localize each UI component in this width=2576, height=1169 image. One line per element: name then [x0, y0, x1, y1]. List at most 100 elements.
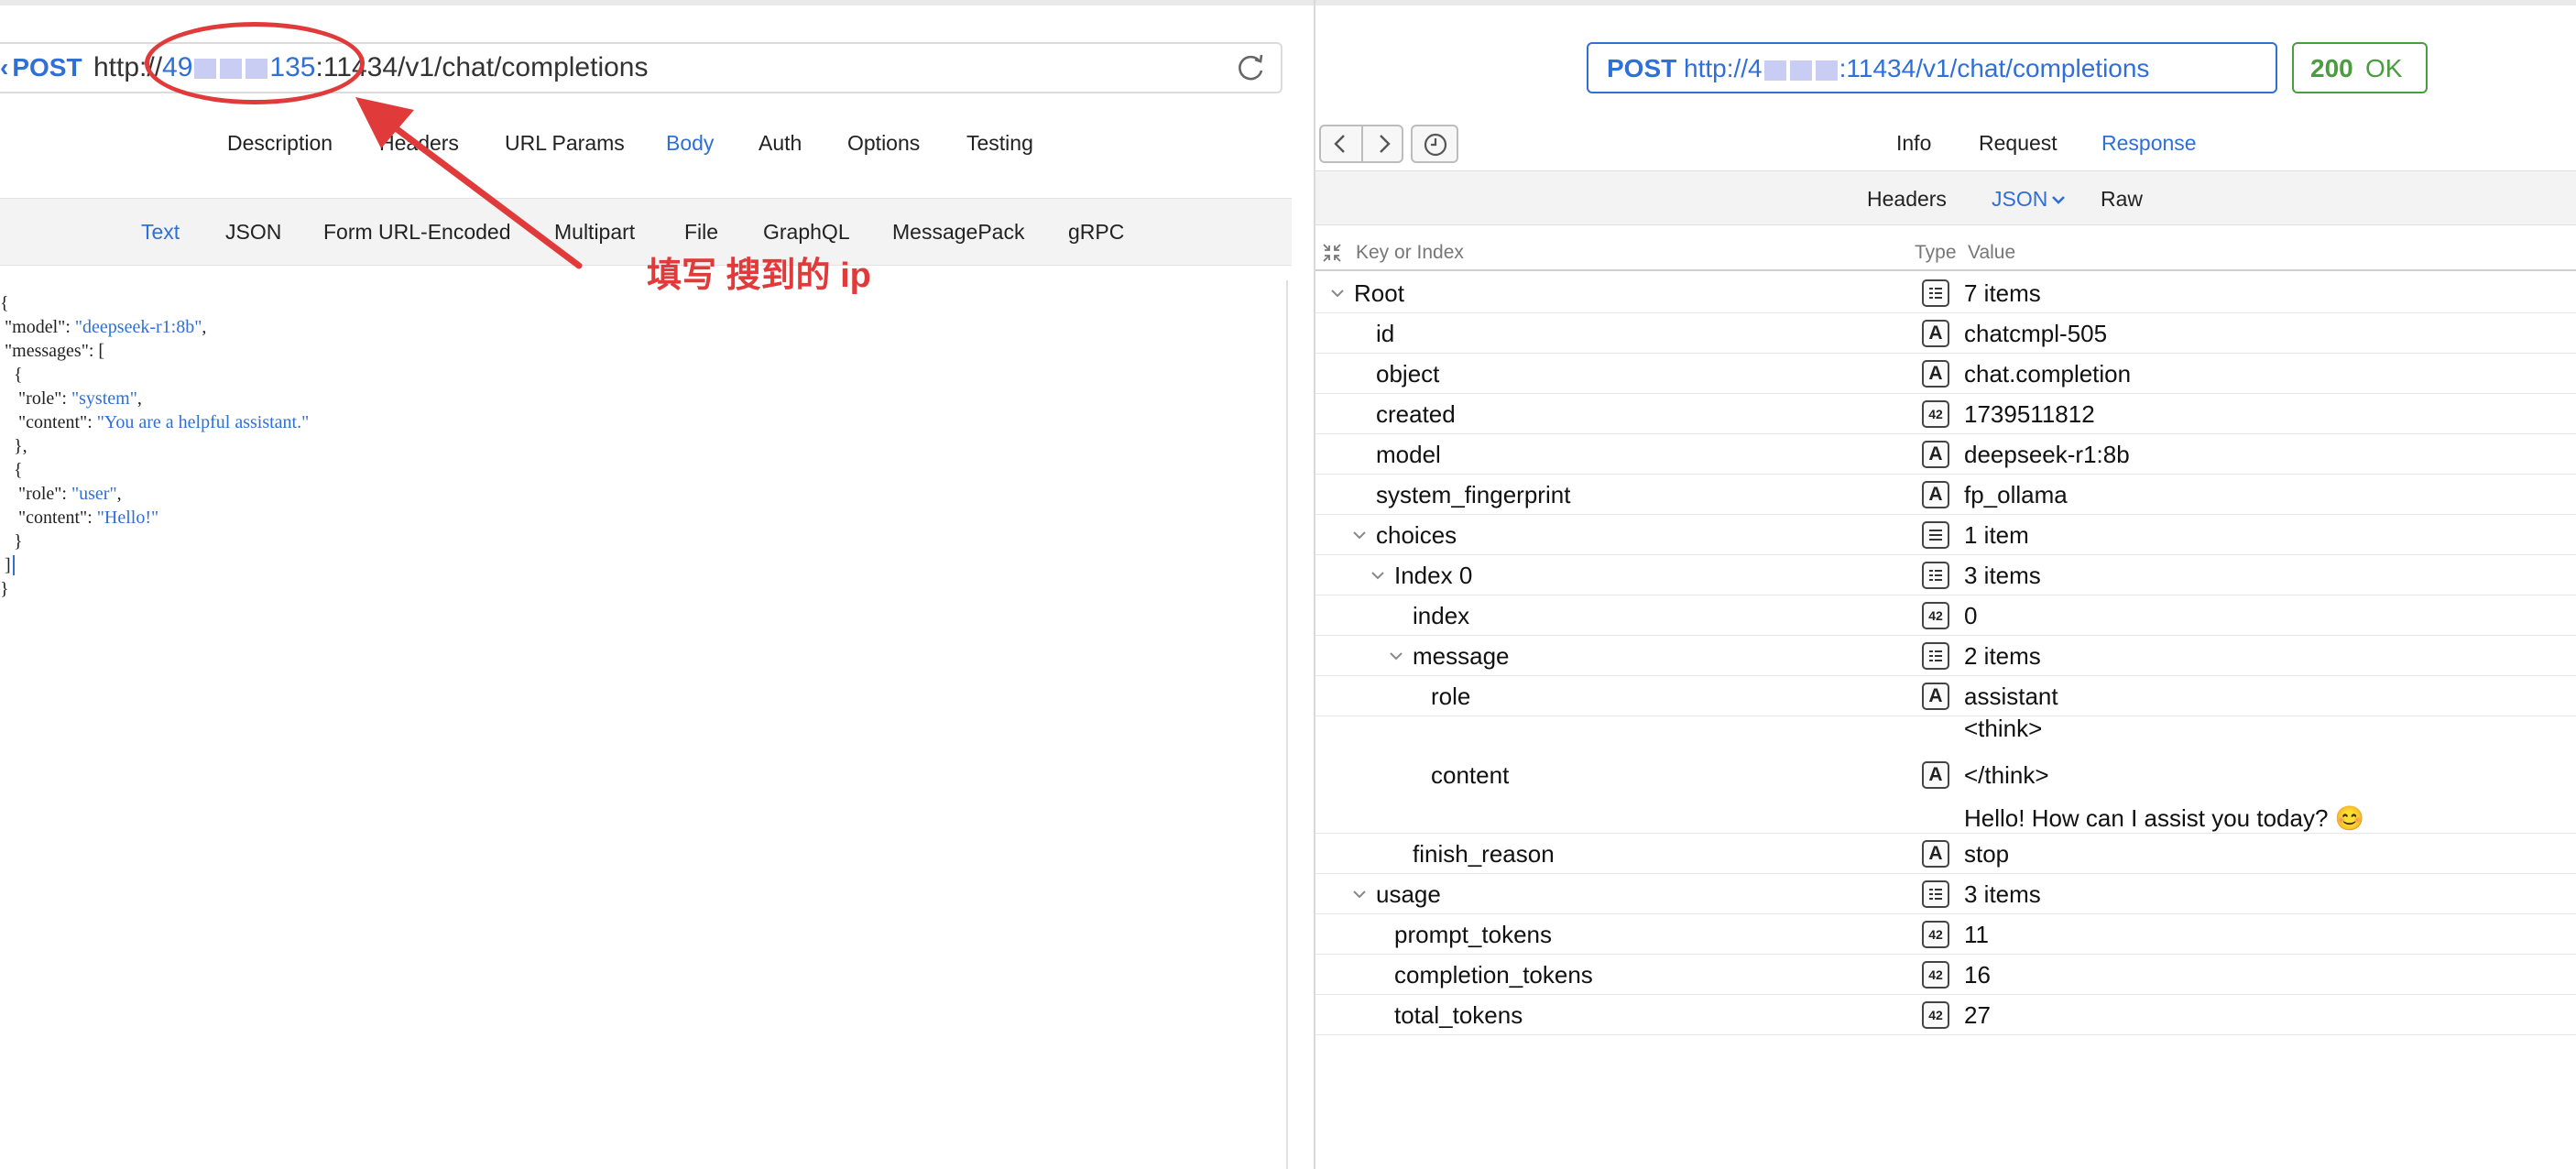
collapse-all-icon[interactable] [1321, 242, 1343, 264]
chevron-down-icon[interactable] [1350, 526, 1369, 544]
dictionary-icon [1929, 570, 1942, 581]
code-key: "content": [0, 508, 97, 528]
history-button[interactable] [1411, 125, 1458, 163]
tree-row[interactable]: choices 1 item [1315, 515, 2576, 555]
code-line: { [0, 458, 23, 482]
tree-row[interactable]: created 42 1739511812 [1315, 394, 2576, 434]
tree-row[interactable]: completion_tokens 42 16 [1315, 955, 2576, 995]
string-type-icon: A [1922, 481, 1949, 508]
code-key: }, [0, 436, 27, 456]
tree-key: Root [1354, 279, 1404, 307]
body-type-file[interactable]: File [684, 217, 718, 246]
code-key: } [0, 531, 23, 552]
tree-row[interactable]: content A <think> </think> Hello! How can I … [1315, 715, 2576, 834]
code-line: "model": "deepseek-r1:8b", [0, 315, 206, 339]
tree-key: usage [1376, 880, 1441, 908]
request-tabs: Description Headers URL Params Body Auth… [0, 119, 1314, 167]
annotation-label: 填写 搜到的 ip [647, 257, 871, 295]
chevron-left-icon[interactable] [1329, 132, 1353, 156]
tree-key: created [1376, 400, 1456, 428]
tab-testing[interactable]: Testing [966, 128, 1033, 158]
header-key: Key or Index [1356, 242, 1464, 263]
tree-row[interactable]: total_tokens 42 27 [1315, 995, 2576, 1035]
number-type-icon: 42 [1922, 961, 1949, 989]
code-line: { [0, 363, 23, 387]
dict-type-badge [1922, 279, 1949, 307]
code-string: "user" [71, 484, 117, 504]
tree-row[interactable]: prompt_tokens 42 11 [1315, 914, 2576, 955]
top-divider [1315, 0, 2576, 5]
tab-body[interactable]: Body [666, 128, 714, 158]
request-pane: ‹ POST http://49 135:11434/v1/chat/complet… [0, 0, 1314, 1169]
request-body-editor[interactable]: { "model": "deepseek-r1:8b", "messages":… [0, 280, 1286, 1169]
tree-key: message [1413, 642, 1510, 670]
body-type-graphql[interactable]: GraphQL [763, 217, 850, 246]
tab-options[interactable]: Options [847, 128, 920, 158]
chevron-down-icon [2052, 196, 2066, 204]
string-type-icon: A [1922, 441, 1949, 468]
chevron-down-icon[interactable] [1350, 885, 1369, 903]
number-type-icon: 42 [1922, 602, 1949, 629]
tree-row[interactable]: finish_reason Astop [1315, 834, 2576, 874]
tree-row[interactable]: id Achatcmpl-505 [1315, 313, 2576, 354]
tree-key: model [1376, 441, 1441, 468]
code-line: "role": "system", [0, 387, 142, 410]
code-string: "system" [71, 388, 137, 409]
body-type-text[interactable]: Text [141, 217, 180, 246]
code-string: "You are a helpful assistant." [96, 412, 310, 432]
tab-response[interactable]: Response [2101, 128, 2197, 158]
number-type-icon: 42 [1922, 921, 1949, 948]
response-pane: POST http://4:11434/v1/chat/completions … [1315, 0, 2576, 1169]
tree-row[interactable]: Index 0 3 items [1315, 555, 2576, 595]
editor-divider [1286, 280, 1288, 1169]
code-string: "Hello!" [96, 508, 159, 528]
tree-row[interactable]: system_fingerprint Afp_ollama [1315, 475, 2576, 515]
view-tab-json[interactable]: JSON [1992, 184, 2066, 213]
tree-value-line: Hello! How can I assist you today? 😊 [1964, 804, 2365, 832]
chevron-right-icon[interactable] [1371, 132, 1395, 156]
tree-row[interactable]: model Adeepseek-r1:8b [1315, 434, 2576, 475]
string-type-icon: A [1922, 761, 1949, 789]
code-key: "role": [0, 388, 71, 409]
code-punct: , [202, 317, 207, 337]
view-tab-raw[interactable]: Raw [2101, 184, 2143, 213]
chevron-down-icon[interactable] [1387, 647, 1405, 665]
tab-auth[interactable]: Auth [759, 128, 802, 158]
text-cursor [13, 555, 15, 575]
tree-key: choices [1376, 521, 1457, 549]
tree-key: completion_tokens [1394, 961, 1593, 989]
dictionary-icon [1929, 288, 1942, 299]
tree-row[interactable]: usage 3 items [1315, 874, 2576, 914]
chevron-down-icon[interactable] [1328, 284, 1347, 302]
tree-value: 0 [1964, 602, 1978, 629]
tree-row[interactable]: role Aassistant [1315, 676, 2576, 716]
tree-row[interactable]: message 2 items [1315, 636, 2576, 676]
redacted-block [1815, 60, 1838, 81]
tree-value: 27 [1964, 1001, 1991, 1029]
tree-value: 3 items [1964, 562, 2041, 589]
tree-header: Key or Index Type Value [1315, 240, 2576, 268]
tree-key: index [1413, 602, 1470, 629]
tree-row[interactable]: object Achat.completion [1315, 354, 2576, 394]
clock-icon [1424, 133, 1447, 157]
view-tab-headers[interactable]: Headers [1867, 184, 1947, 213]
top-divider [0, 0, 1314, 5]
tree-row[interactable]: Root 7 items [1315, 273, 2576, 313]
code-line: "content": "Hello!" [0, 506, 158, 530]
body-type-messagepack[interactable]: MessagePack [892, 217, 1024, 246]
tab-info[interactable]: Info [1896, 128, 1931, 158]
tree-row[interactable]: index 42 0 [1315, 595, 2576, 636]
body-type-grpc[interactable]: gRPC [1068, 217, 1124, 246]
code-key: { [0, 293, 9, 313]
code-key: "content": [0, 412, 97, 432]
reload-icon[interactable] [1233, 50, 1268, 85]
tree-value: stop [1964, 840, 2010, 868]
chevron-down-icon[interactable] [1369, 566, 1387, 584]
request-method[interactable]: ‹ POST [0, 51, 82, 84]
response-url-box: POST http://4:11434/v1/chat/completions [1587, 42, 2277, 93]
tree-key: total_tokens [1394, 1001, 1523, 1029]
tab-request[interactable]: Request [1979, 128, 2058, 158]
tab-description[interactable]: Description [227, 128, 333, 158]
body-type-json[interactable]: JSON [225, 217, 281, 246]
code-line: { [0, 291, 9, 315]
